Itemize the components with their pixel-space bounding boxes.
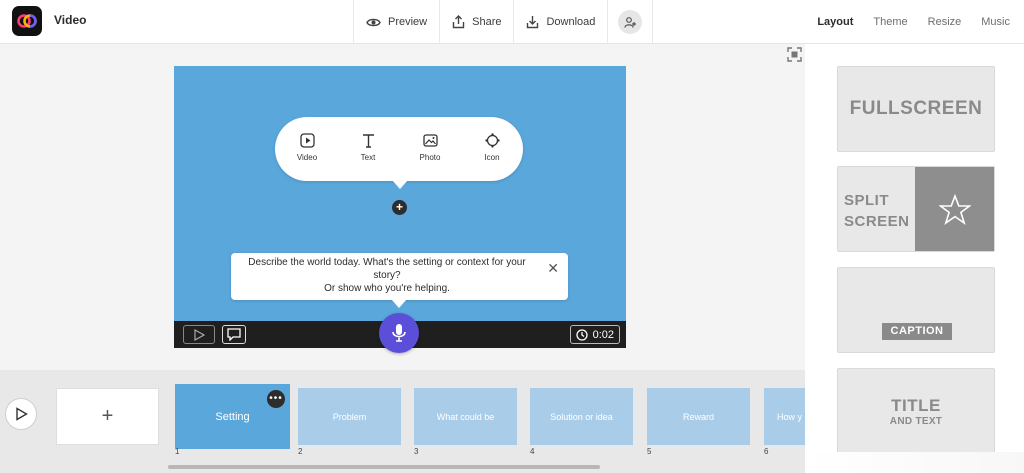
photo-option-label: Photo: [419, 153, 441, 162]
scene-number: 6: [764, 447, 769, 456]
preview-label: Preview: [388, 16, 428, 28]
scene-number: 4: [530, 447, 535, 456]
add-content-button[interactable]: +: [392, 200, 407, 215]
title-label: TITLE: [891, 396, 941, 415]
text-icon: [362, 134, 374, 148]
play-slide-button[interactable]: [183, 325, 215, 344]
download-button[interactable]: Download: [513, 0, 607, 44]
tab-theme[interactable]: Theme: [873, 16, 907, 28]
play-icon: [194, 328, 205, 341]
speech-bubble-icon: [227, 328, 241, 341]
icon-option-label: Icon: [484, 153, 500, 162]
split-line-1: SPLIT: [844, 192, 890, 209]
share-icon: [452, 15, 465, 29]
duration-value: 0:02: [592, 328, 614, 341]
scene-thumbnail[interactable]: How y: [764, 388, 805, 445]
tab-layout[interactable]: Layout: [817, 16, 853, 28]
scene-thumbnail[interactable]: Problem: [298, 388, 401, 445]
header-actions: Preview Share Download: [353, 0, 654, 44]
more-options-icon[interactable]: •••: [267, 390, 285, 408]
scene-number: 2: [298, 447, 303, 456]
preview-button[interactable]: Preview: [353, 0, 439, 44]
download-label: Download: [546, 16, 596, 28]
fullscreen-label: FULLSCREEN: [849, 98, 983, 119]
clock-icon: [575, 328, 588, 341]
slide-duration[interactable]: 0:02: [569, 325, 620, 344]
add-icon-option[interactable]: Icon: [471, 133, 513, 162]
microphone-icon: [392, 324, 406, 342]
add-slide-button[interactable]: +: [56, 388, 159, 445]
eye-icon: [366, 18, 381, 26]
close-icon[interactable]: ✕: [547, 261, 559, 275]
scene-number: 1: [175, 447, 180, 456]
scene-timeline: + Setting ••• 1 Problem 2 What could be …: [0, 370, 805, 473]
download-icon: [527, 16, 539, 29]
layout-title-and-text[interactable]: TITLE AND TEXT: [837, 368, 995, 454]
scene-thumbnail[interactable]: Solution or idea: [530, 388, 633, 445]
prompt-subtext: Or show who you're helping.: [324, 283, 450, 294]
share-label: Share: [472, 16, 502, 28]
text-option-label: Text: [360, 153, 376, 162]
layout-panel: FULLSCREEN SPLIT SCREEN CAPTION TITLE AN…: [805, 44, 1024, 473]
and-text-label: AND TEXT: [889, 416, 943, 427]
layout-fullscreen[interactable]: FULLSCREEN: [837, 66, 995, 152]
scene-number: 5: [647, 447, 652, 456]
icon-shape-icon: [484, 133, 500, 148]
timeline-scrollbar[interactable]: [168, 465, 600, 469]
tab-resize[interactable]: Resize: [928, 16, 962, 28]
add-media-menu: Video Text Photo Icon: [275, 117, 523, 189]
add-video-option[interactable]: Video: [286, 133, 328, 162]
scene-number: 3: [414, 447, 419, 456]
invite-button[interactable]: [607, 0, 654, 44]
fit-screen-icon[interactable]: [787, 47, 802, 62]
app-title: Video: [54, 13, 87, 27]
video-option-label: Video: [296, 153, 318, 162]
video-icon: [299, 133, 315, 148]
scene-thumbnail[interactable]: Reward: [647, 388, 750, 445]
comment-button[interactable]: [222, 325, 246, 344]
scene-thumbnail[interactable]: What could be: [414, 388, 517, 445]
creative-cloud-logo-icon[interactable]: [12, 6, 42, 36]
star-icon: [915, 167, 994, 251]
add-photo-option[interactable]: Photo: [409, 133, 451, 162]
share-button[interactable]: Share: [439, 0, 513, 44]
play-icon: [15, 407, 28, 421]
record-voice-button[interactable]: [379, 313, 419, 353]
caption-label: CAPTION: [882, 323, 952, 340]
top-bar: Video Preview Share Download Layout Them…: [0, 0, 1024, 44]
split-line-2: SCREEN: [844, 213, 910, 230]
story-prompt: Describe the world today. What's the set…: [231, 253, 568, 308]
add-text-option[interactable]: Text: [347, 133, 389, 162]
layout-split-screen[interactable]: SPLIT SCREEN: [837, 166, 995, 252]
tab-music[interactable]: Music: [981, 16, 1010, 28]
panel-bottom-fade: [805, 452, 1024, 473]
play-video-button[interactable]: [5, 398, 37, 430]
side-panel-tabs: Layout Theme Resize Music: [817, 0, 1010, 44]
add-person-icon: [618, 10, 643, 34]
layout-caption[interactable]: CAPTION: [837, 267, 995, 353]
prompt-text: Describe the world today. What's the set…: [248, 257, 526, 281]
split-screen-label: SPLIT SCREEN: [844, 190, 910, 232]
photo-icon: [422, 134, 438, 147]
